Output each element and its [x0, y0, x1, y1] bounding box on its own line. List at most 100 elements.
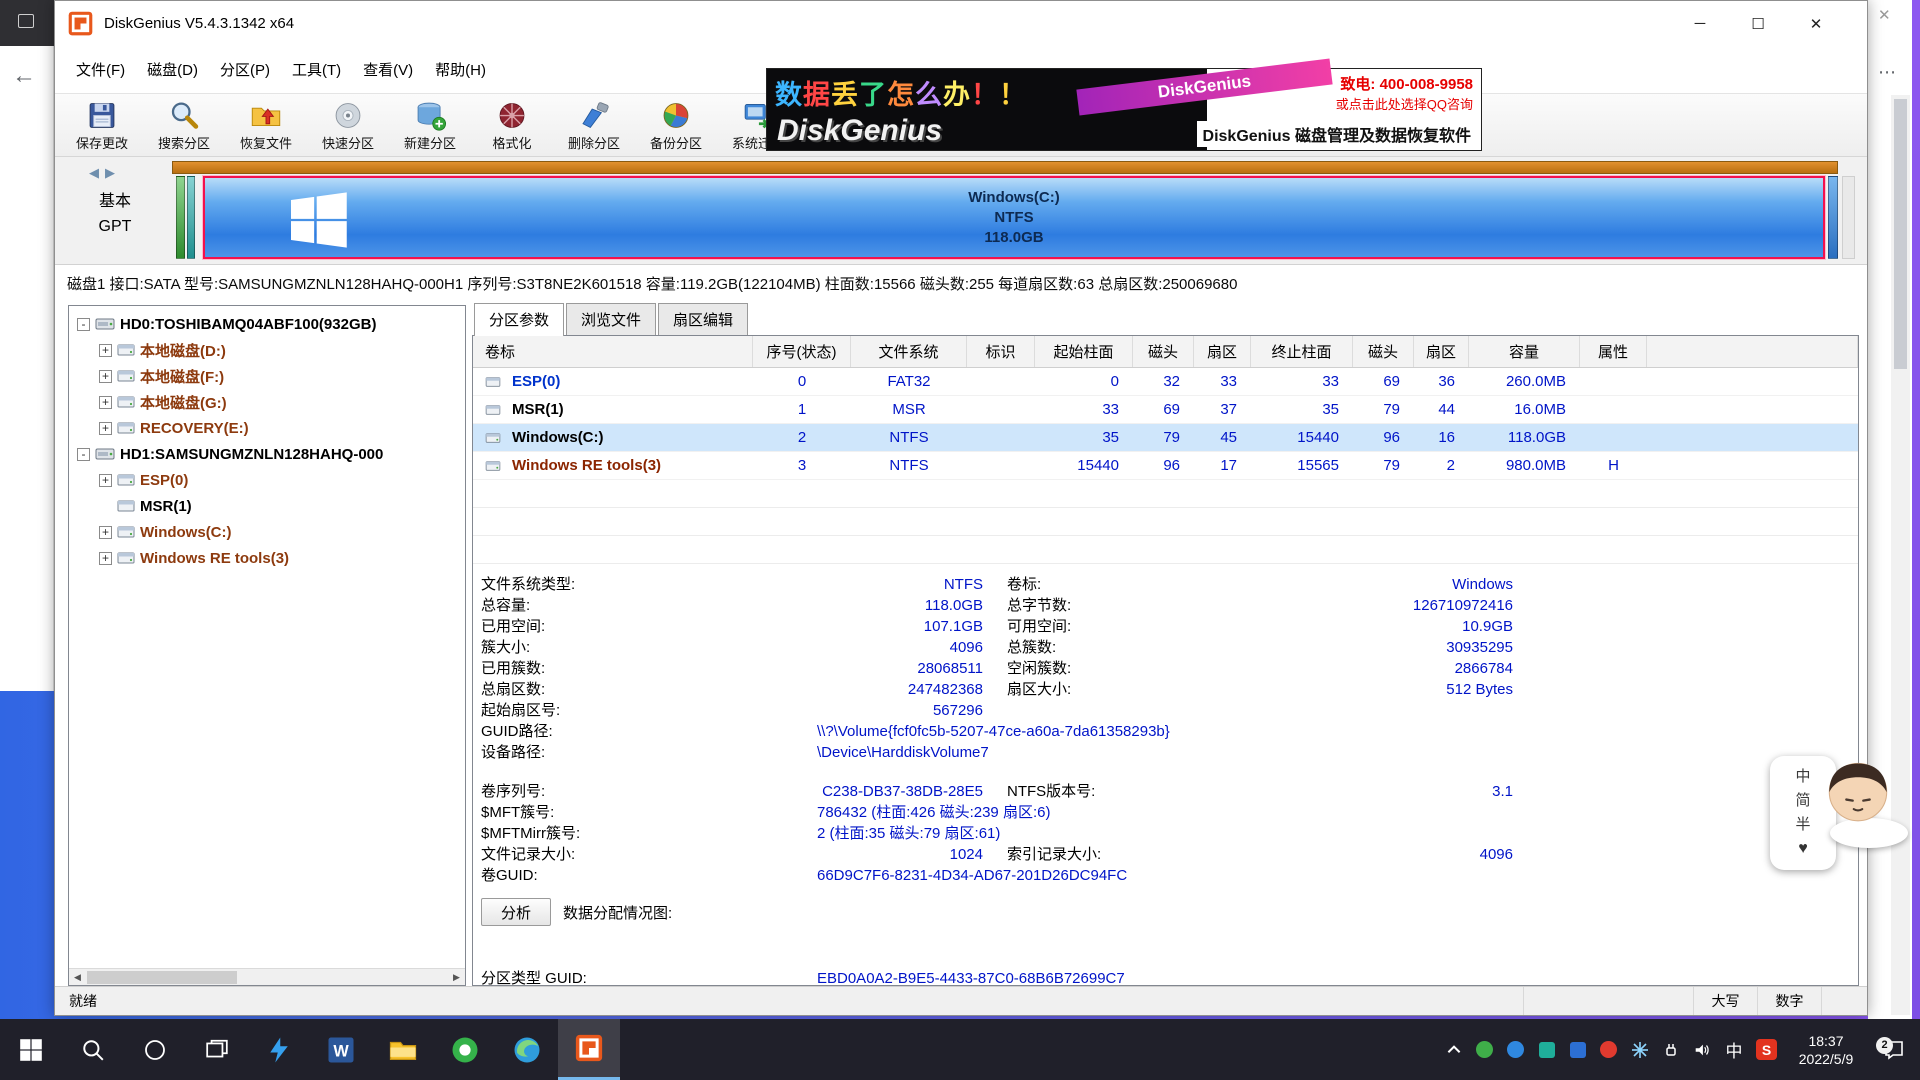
ime-simplified-mode[interactable]: 简 — [1795, 793, 1810, 808]
detail-tabs: 分区参数 浏览文件 扇区编辑 — [472, 305, 1859, 335]
tree-item-hd1[interactable]: - HD1:SAMSUNGMZNLN128HAHQ-000 — [69, 441, 465, 467]
tree-scrollbar-thumb[interactable] — [87, 971, 237, 984]
expand-toggle-icon[interactable]: - — [77, 448, 90, 461]
volume-icon — [117, 525, 135, 539]
tray-snowflake-icon[interactable] — [1624, 1041, 1655, 1059]
cortana-button[interactable] — [124, 1019, 186, 1080]
background-scrollbar[interactable] — [1891, 95, 1910, 1015]
taskbar-clock[interactable]: 18:37 2022/5/9 — [1782, 1032, 1870, 1068]
background-close-icon[interactable]: ✕ — [1878, 6, 1891, 24]
ime-halfwidth-mode[interactable]: 半 — [1795, 817, 1810, 832]
menu-partition[interactable]: 分区(P) — [209, 52, 281, 87]
expand-toggle-icon[interactable]: + — [99, 396, 112, 409]
table-row-msr[interactable]: MSR(1) 1 MSR 33 69 37 35 79 44 16.0MB — [473, 396, 1858, 424]
table-row-windows-c[interactable]: Windows(C:) 2 NTFS 35 79 45 15440 96 16 … — [473, 424, 1858, 452]
tab-browse-files[interactable]: 浏览文件 — [566, 303, 656, 335]
disk-band — [172, 161, 1838, 174]
backup-partition-button[interactable]: 备份分区 — [635, 94, 717, 156]
expand-toggle-icon[interactable]: + — [99, 344, 112, 357]
taskbar-app-word[interactable]: W — [310, 1019, 372, 1080]
expand-toggle-icon[interactable]: - — [77, 318, 90, 331]
volume-icon — [117, 473, 135, 487]
scroll-right-icon[interactable]: ▶ — [448, 969, 465, 985]
ime-chinese-mode[interactable]: 中 — [1795, 769, 1810, 784]
tree-item-local-d[interactable]: + 本地磁盘(D:) — [69, 337, 465, 363]
tray-blue-app-icon[interactable] — [1500, 1041, 1531, 1058]
partition-map-scrollbar[interactable] — [1842, 176, 1855, 259]
back-arrow-icon[interactable]: ← — [12, 62, 36, 90]
maximize-button[interactable]: ☐ — [1729, 1, 1787, 46]
save-changes-button[interactable]: 保存更改 — [61, 94, 143, 156]
tab-sector-edit[interactable]: 扇区编辑 — [658, 303, 748, 335]
tab-partition-parameters[interactable]: 分区参数 — [474, 303, 564, 336]
tray-red-app-icon[interactable] — [1593, 1041, 1624, 1058]
clock-date: 2022/5/9 — [1782, 1050, 1870, 1068]
menu-file[interactable]: 文件(F) — [65, 52, 136, 87]
new-partition-button[interactable]: 新建分区 — [389, 94, 471, 156]
start-button[interactable] — [0, 1019, 62, 1080]
quick-partition-button[interactable]: 快速分区 — [307, 94, 389, 156]
tree-item-msr[interactable]: MSR(1) — [69, 493, 465, 519]
search-partition-button[interactable]: 搜索分区 — [143, 94, 225, 156]
tree-item-local-f[interactable]: + 本地磁盘(F:) — [69, 363, 465, 389]
taskbar-search-button[interactable] — [62, 1019, 124, 1080]
tray-green-app-icon[interactable] — [1469, 1041, 1500, 1058]
background-window-tab-icon — [18, 14, 34, 28]
tree-item-hd0[interactable]: - HD0:TOSHIBAMQ04ABF100(932GB) — [69, 311, 465, 337]
analyze-button[interactable]: 分析 — [481, 898, 551, 926]
expand-toggle-icon[interactable]: + — [99, 552, 112, 565]
tray-teal-app-icon[interactable] — [1531, 1042, 1562, 1058]
expand-toggle-icon[interactable]: + — [99, 422, 112, 435]
expand-toggle-icon[interactable]: + — [99, 526, 112, 539]
partition-block-windows-c[interactable]: Windows(C:) NTFS 118.0GB — [203, 176, 1825, 259]
ad-qq-link[interactable]: 或点击此处选择QQ咨询 — [1336, 94, 1473, 113]
ime-floating-panel[interactable]: 中 简 半 ♥ — [1770, 756, 1920, 876]
notification-center-button[interactable]: 2 — [1870, 1038, 1918, 1062]
task-view-button[interactable] — [186, 1019, 248, 1080]
expand-toggle-icon[interactable]: + — [99, 474, 112, 487]
expand-toggle-icon[interactable]: + — [99, 370, 112, 383]
menu-view[interactable]: 查看(V) — [352, 52, 424, 87]
tree-item-windows-re-tools[interactable]: + Windows RE tools(3) — [69, 545, 465, 571]
taskbar-app-explorer[interactable] — [372, 1019, 434, 1080]
tree-item-local-g[interactable]: + 本地磁盘(G:) — [69, 389, 465, 415]
allocation-map-label: 数据分配情况图: — [563, 902, 672, 923]
taskbar-app-browser-green[interactable] — [434, 1019, 496, 1080]
tree-horizontal-scrollbar[interactable]: ◀ ▶ — [69, 968, 465, 985]
menu-disk[interactable]: 磁盘(D) — [136, 52, 209, 87]
tray-volume-icon[interactable] — [1686, 1041, 1717, 1059]
taskbar-app-edge[interactable] — [496, 1019, 558, 1080]
taskbar-app-lightning[interactable] — [248, 1019, 310, 1080]
recover-files-button[interactable]: 恢复文件 — [225, 94, 307, 156]
tray-sogou-icon[interactable]: S — [1751, 1039, 1782, 1060]
disk-info-line: 磁盘1 接口:SATA 型号:SAMSUNGMZNLN128HAHQ-000H1… — [55, 265, 1867, 301]
ad-banner[interactable]: 数据丢了怎么办！！ DiskGenius DiskGenius 致电: 400-… — [766, 68, 1482, 151]
ime-language-indicator[interactable]: 中 — [1717, 1037, 1751, 1062]
tray-blue-square-app-icon[interactable] — [1562, 1042, 1593, 1058]
tray-plug-icon[interactable] — [1655, 1041, 1686, 1059]
scroll-left-icon[interactable]: ◀ — [69, 969, 86, 985]
taskbar-app-diskgenius[interactable] — [558, 1019, 620, 1080]
menu-tools[interactable]: 工具(T) — [281, 52, 352, 87]
tree-item-windows-c[interactable]: + Windows(C:) — [69, 519, 465, 545]
table-row-esp[interactable]: ESP(0) 0 FAT32 0 32 33 33 69 36 260.0MB — [473, 368, 1858, 396]
menu-help[interactable]: 帮助(H) — [424, 52, 497, 87]
ime-heart-icon[interactable]: ♥ — [1798, 841, 1808, 857]
table-row-windows-re-tools[interactable]: Windows RE tools(3) 3 NTFS 15440 96 17 1… — [473, 452, 1858, 480]
minimize-button[interactable]: ─ — [1671, 1, 1729, 46]
format-button[interactable]: 格式化 — [471, 94, 553, 156]
close-button[interactable]: ✕ — [1787, 1, 1845, 46]
background-more-icon[interactable]: ⋯ — [1878, 62, 1896, 83]
tree-item-recovery-e[interactable]: + RECOVERY(E:) — [69, 415, 465, 441]
partition-block-msr[interactable] — [187, 176, 195, 259]
tray-chevron-up-icon[interactable] — [1438, 1041, 1469, 1059]
partition-block-re-tools[interactable] — [1828, 176, 1838, 259]
status-resize-grip — [1821, 987, 1867, 1015]
partition-block-esp[interactable] — [176, 176, 185, 259]
background-scrollbar-thumb[interactable] — [1894, 99, 1907, 369]
save-icon — [84, 99, 120, 132]
tree-item-esp[interactable]: + ESP(0) — [69, 467, 465, 493]
lightning-app-icon — [264, 1035, 294, 1065]
delete-partition-button[interactable]: 删除分区 — [553, 94, 635, 156]
disk-nav-arrows[interactable]: ◀▶ — [89, 165, 121, 181]
